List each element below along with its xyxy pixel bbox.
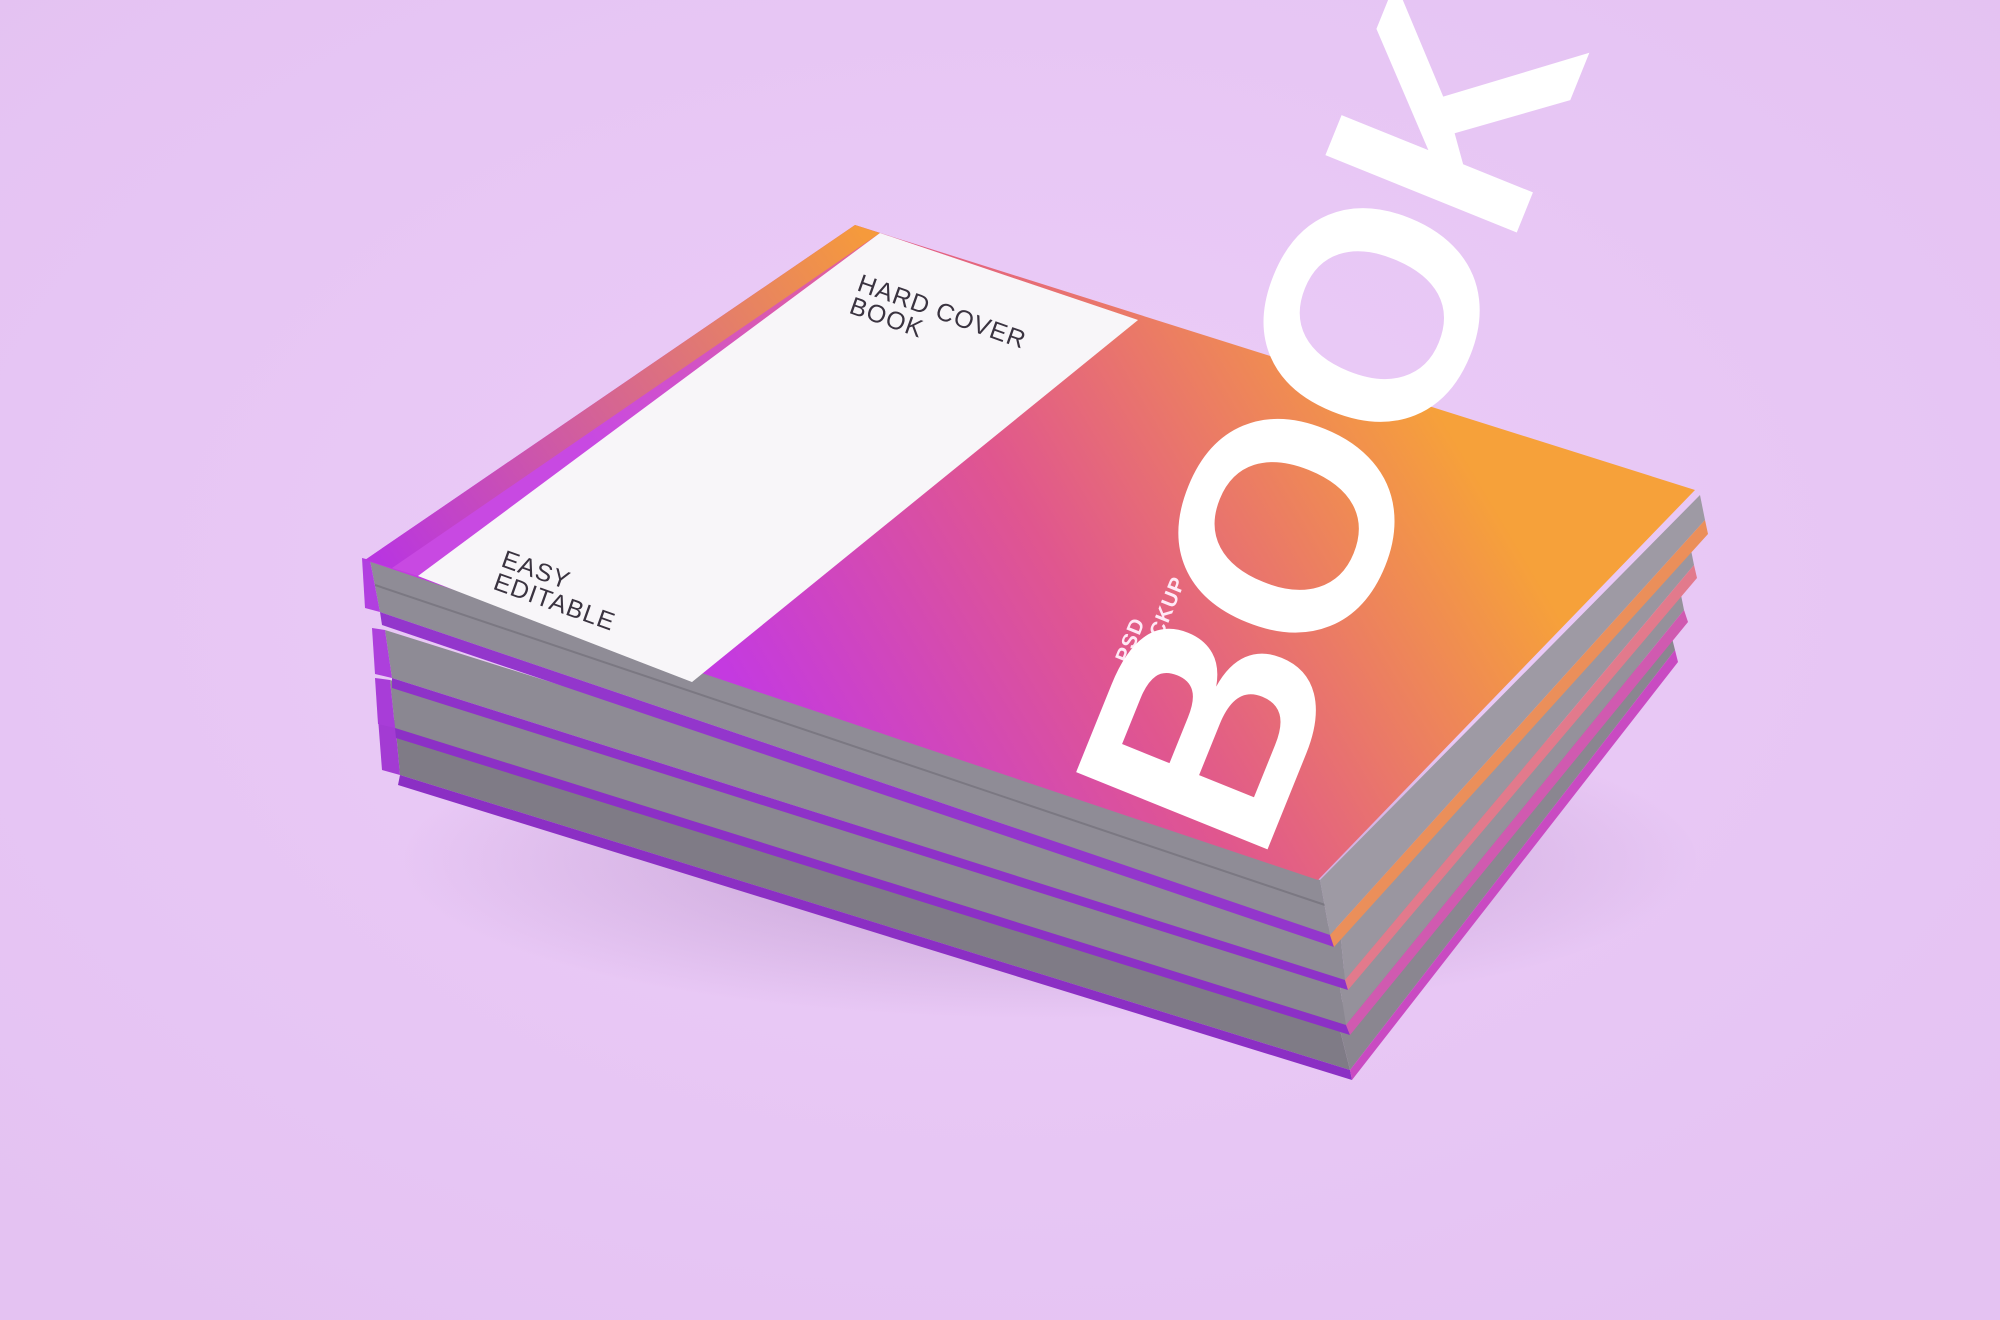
book-mockup-scene: HARD COVER BOOK EASY EDITABLE PSD MOCKUP… <box>0 0 2000 1320</box>
